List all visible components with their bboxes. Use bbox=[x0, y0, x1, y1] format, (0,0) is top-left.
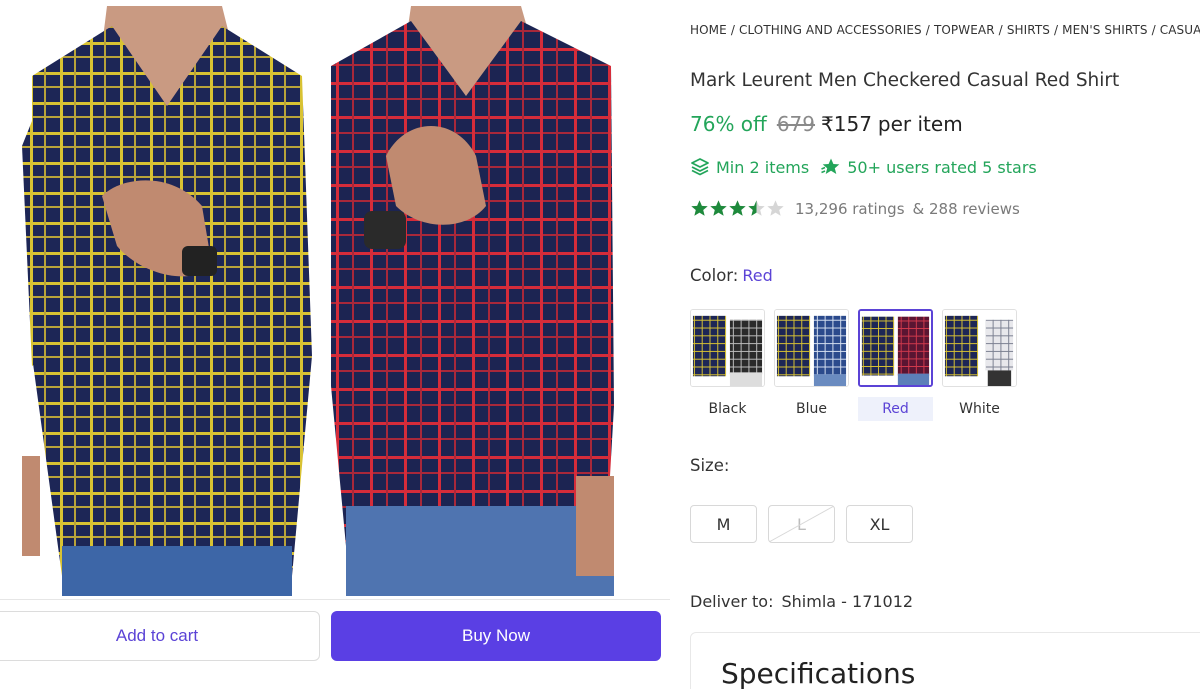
breadcrumb-separator: / bbox=[1151, 23, 1156, 37]
breadcrumb-separator: / bbox=[1054, 23, 1059, 37]
breadcrumb-separator: / bbox=[730, 23, 735, 37]
min-items-text: Min 2 items bbox=[716, 157, 810, 177]
reviews-count[interactable]: & 288 reviews bbox=[913, 200, 1020, 218]
gallery-divider bbox=[0, 599, 670, 600]
product-gallery: Add to cart Buy Now bbox=[0, 0, 670, 689]
star-icon bbox=[767, 200, 784, 216]
size-option-m[interactable]: M bbox=[690, 505, 757, 543]
unavailable-strike-icon bbox=[769, 506, 834, 542]
color-swatches: Black Blue Red White bbox=[690, 309, 1026, 421]
breadcrumb-separator: / bbox=[998, 23, 1003, 37]
rating-stars bbox=[690, 199, 785, 218]
yellow-check-shirt-image bbox=[22, 6, 312, 596]
breadcrumb-mens-shirts[interactable]: MEN'S SHIRTS bbox=[1062, 23, 1147, 37]
swatch-image bbox=[774, 309, 849, 387]
rated-perk: 50+ users rated 5 stars bbox=[821, 157, 1037, 177]
price-unit: per item bbox=[877, 112, 963, 136]
min-items-perk: Min 2 items bbox=[690, 157, 809, 177]
star-badge-icon bbox=[821, 158, 840, 174]
star-icon bbox=[729, 200, 746, 216]
swatch-red[interactable]: Red bbox=[858, 309, 933, 421]
selected-color: Red bbox=[742, 266, 773, 285]
product-title: Mark Leurent Men Checkered Casual Red Sh… bbox=[690, 70, 1120, 91]
delivery-location: Shimla - 171012 bbox=[781, 592, 914, 611]
star-icon bbox=[691, 200, 708, 216]
color-label: Color: Red bbox=[690, 266, 773, 285]
swatch-label: Red bbox=[858, 397, 933, 421]
product-details: HOME / CLOTHING AND ACCESSORIES / TOPWEAR / SH… bbox=[690, 0, 1200, 689]
white-shirt-thumbnail bbox=[943, 310, 1016, 386]
sale-price: ₹157 bbox=[821, 112, 872, 136]
swatch-label: White bbox=[959, 401, 1000, 417]
black-shirt-thumbnail bbox=[691, 310, 764, 386]
star-icon bbox=[748, 200, 765, 216]
delivery-info[interactable]: Deliver to: Shimla - 171012 bbox=[690, 592, 913, 611]
blue-shirt-thumbnail bbox=[775, 310, 848, 386]
swatch-black[interactable]: Black bbox=[690, 309, 765, 421]
specifications-card: Specifications bbox=[690, 632, 1200, 689]
swatch-image bbox=[858, 309, 933, 387]
product-image-red-check[interactable] bbox=[326, 6, 614, 596]
price-row: 76% off 679 ₹157 per item bbox=[690, 112, 963, 136]
size-label: Size: bbox=[690, 456, 730, 475]
size-option-l: L bbox=[768, 505, 835, 543]
rating-row: 13,296 ratings & 288 reviews bbox=[690, 199, 1020, 218]
breadcrumb-clothing[interactable]: CLOTHING AND ACCESSORIES bbox=[739, 23, 922, 37]
red-shirt-thumbnail bbox=[860, 311, 931, 385]
discount-badge: 76% off bbox=[690, 112, 767, 136]
breadcrumb-home[interactable]: HOME bbox=[690, 23, 727, 37]
breadcrumb-separator: / bbox=[925, 23, 930, 37]
add-to-cart-button[interactable]: Add to cart bbox=[0, 611, 320, 661]
swatch-image bbox=[942, 309, 1017, 387]
swatch-blue[interactable]: Blue bbox=[774, 309, 849, 421]
color-label-text: Color: bbox=[690, 266, 739, 285]
layers-icon bbox=[691, 158, 709, 176]
original-price: 679 bbox=[776, 112, 816, 136]
breadcrumb: HOME / CLOTHING AND ACCESSORIES / TOPWEAR / SH… bbox=[690, 23, 1200, 37]
breadcrumb-topwear[interactable]: TOPWEAR bbox=[934, 23, 995, 37]
star-icon bbox=[710, 200, 727, 216]
buy-now-button[interactable]: Buy Now bbox=[331, 611, 661, 661]
swatch-image bbox=[690, 309, 765, 387]
product-perks: Min 2 items 50+ users rated 5 stars bbox=[690, 157, 1037, 177]
rated-text: 50+ users rated 5 stars bbox=[847, 157, 1037, 177]
breadcrumb-shirts[interactable]: SHIRTS bbox=[1007, 23, 1050, 37]
ratings-count[interactable]: 13,296 ratings bbox=[795, 200, 905, 218]
breadcrumb-casual-shirts[interactable]: CASUAL SHIRTS bbox=[1160, 23, 1200, 37]
delivery-label: Deliver to: bbox=[690, 592, 774, 611]
size-options: M L XL bbox=[690, 505, 924, 543]
specifications-title: Specifications bbox=[721, 657, 916, 689]
swatch-label: Black bbox=[708, 401, 747, 417]
product-image-yellow-check[interactable] bbox=[22, 6, 312, 596]
size-option-xl[interactable]: XL bbox=[846, 505, 913, 543]
swatch-label: Blue bbox=[796, 401, 827, 417]
swatch-white[interactable]: White bbox=[942, 309, 1017, 421]
red-check-shirt-image bbox=[326, 6, 614, 596]
